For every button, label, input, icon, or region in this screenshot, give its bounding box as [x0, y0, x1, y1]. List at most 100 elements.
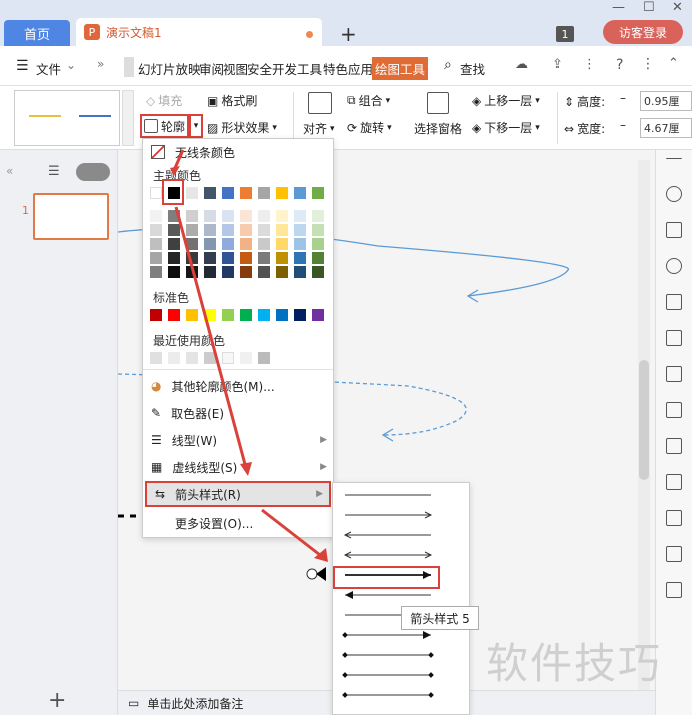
theme-shade-swatch[interactable]	[186, 238, 198, 250]
settings-sliders-icon[interactable]	[666, 438, 682, 454]
selection-pane-icon[interactable]	[427, 92, 449, 114]
width-decrement[interactable]: –	[620, 118, 626, 132]
archive-icon[interactable]	[666, 546, 682, 562]
style-yellow-line[interactable]	[29, 115, 61, 117]
shape-effects-button[interactable]: ▨ 形状效果 ▾	[207, 119, 277, 136]
selection-pane-button[interactable]: 选择窗格	[414, 120, 462, 137]
shapes-icon[interactable]	[666, 258, 682, 274]
theme-shade-swatch[interactable]	[312, 252, 324, 264]
rotate-button[interactable]: ⟳ 旋转 ▾	[347, 119, 392, 136]
fill-button[interactable]: ◇ 填充	[146, 92, 182, 109]
table-icon[interactable]	[666, 330, 682, 346]
theme-shade-swatch[interactable]	[240, 210, 252, 222]
theme-shade-swatch[interactable]	[240, 224, 252, 236]
arrow-style-option[interactable]	[343, 551, 433, 559]
format-brush-button[interactable]: ▣ 格式刷	[207, 92, 257, 109]
theme-shade-swatch[interactable]	[276, 252, 288, 264]
cloud-icon[interactable]: ☁	[515, 57, 528, 72]
close-button[interactable]: ✕	[672, 0, 683, 15]
standard-color-swatch[interactable]	[150, 309, 162, 321]
outline-view-icon[interactable]: ☰	[48, 164, 60, 179]
align-icon[interactable]	[308, 92, 332, 114]
theme-shade-swatch[interactable]	[204, 210, 216, 222]
theme-shade-swatch[interactable]	[294, 266, 306, 278]
theme-shade-swatch[interactable]	[222, 238, 234, 250]
theme-shade-swatch[interactable]	[276, 224, 288, 236]
arrow-style-item[interactable]: ⇆ 箭头样式(R) ▶	[145, 481, 331, 507]
menu-security[interactable]: 安全	[247, 59, 272, 78]
arrow-style-option[interactable]	[342, 631, 431, 639]
style-blue-line[interactable]	[79, 115, 111, 117]
menu-slideshow[interactable]: 幻灯片放映	[138, 59, 201, 78]
standard-color-swatch[interactable]	[294, 309, 306, 321]
height-decrement[interactable]: –	[620, 91, 626, 105]
theme-shade-swatch[interactable]	[222, 252, 234, 264]
chevron-down-icon[interactable]: ⌄	[66, 58, 76, 72]
window-count-badge[interactable]: 1	[556, 26, 574, 42]
theme-color-swatch[interactable]	[204, 187, 216, 199]
standard-color-swatch[interactable]	[312, 309, 324, 321]
theme-color-swatch[interactable]	[276, 187, 288, 199]
search-icon[interactable]: ⌕	[444, 57, 452, 73]
theme-shade-swatch[interactable]	[150, 210, 162, 222]
theme-shade-swatch[interactable]	[258, 252, 270, 264]
recent-color-swatch[interactable]	[222, 352, 234, 364]
minimize-button[interactable]: —	[612, 0, 625, 15]
theme-shade-swatch[interactable]	[276, 210, 288, 222]
image-icon[interactable]	[666, 474, 682, 490]
tab-document[interactable]: P 演示文稿1	[76, 18, 322, 46]
theme-shade-swatch[interactable]	[312, 210, 324, 222]
theme-shade-swatch[interactable]	[240, 266, 252, 278]
theme-shade-swatch[interactable]	[258, 266, 270, 278]
theme-shade-swatch[interactable]	[150, 266, 162, 278]
add-slide-button[interactable]: +	[48, 688, 66, 713]
theme-shade-swatch[interactable]	[168, 266, 180, 278]
standard-color-swatch[interactable]	[204, 309, 216, 321]
more-icon[interactable]: ⋮	[583, 57, 596, 72]
send-backward-button[interactable]: ◈ 下移一层 ▾	[472, 119, 540, 136]
standard-color-swatch[interactable]	[168, 309, 180, 321]
dash-type-item[interactable]: ▦ 虚线线型(S) ▶	[143, 454, 333, 480]
outline-button[interactable]: 轮廓	[140, 114, 190, 138]
theme-shade-swatch[interactable]	[276, 266, 288, 278]
align-button[interactable]: 对齐 ▾	[303, 120, 335, 137]
theme-shade-swatch[interactable]	[150, 224, 162, 236]
recent-color-swatch[interactable]	[150, 352, 162, 364]
copy-icon[interactable]	[666, 222, 682, 238]
slide-thumbnail[interactable]	[33, 193, 109, 240]
eyedropper-item[interactable]: ✎ 取色器(E)	[143, 400, 333, 426]
help-icon[interactable]: ?	[616, 57, 623, 73]
width-input[interactable]: 4.67厘	[640, 118, 692, 138]
arrow-style-option[interactable]	[342, 672, 434, 678]
collapse-panel-icon[interactable]: «	[6, 164, 13, 178]
arrow-style-option[interactable]	[342, 692, 434, 698]
theme-shade-swatch[interactable]	[168, 252, 180, 264]
standard-color-swatch[interactable]	[186, 309, 198, 321]
theme-shade-swatch[interactable]	[258, 210, 270, 222]
theme-shade-swatch[interactable]	[204, 252, 216, 264]
magic-icon[interactable]	[666, 186, 682, 202]
collapse-icon[interactable]	[666, 158, 682, 160]
layers-icon[interactable]	[666, 294, 682, 310]
theme-shade-swatch[interactable]	[150, 252, 162, 264]
scroll-left-icon[interactable]	[124, 57, 134, 77]
theme-color-swatch[interactable]	[258, 187, 270, 199]
theme-shade-swatch[interactable]	[204, 224, 216, 236]
theme-shade-swatch[interactable]	[312, 224, 324, 236]
more-menu-icon[interactable]: »	[97, 57, 104, 71]
theme-color-swatch[interactable]	[186, 187, 198, 199]
hamburger-icon[interactable]: ☰	[16, 58, 29, 74]
line-type-item[interactable]: ☰ 线型(W) ▶	[143, 427, 333, 453]
export-icon[interactable]	[666, 510, 682, 526]
theme-color-swatch[interactable]	[240, 187, 252, 199]
standard-color-swatch[interactable]	[276, 309, 288, 321]
menu-search[interactable]: 查找	[460, 59, 485, 78]
outline-dropdown[interactable]: ▾	[189, 114, 203, 138]
theme-shade-swatch[interactable]	[186, 224, 198, 236]
theme-shade-swatch[interactable]	[258, 224, 270, 236]
selection-handle[interactable]	[306, 568, 318, 580]
picture-icon[interactable]	[666, 582, 682, 598]
theme-shade-swatch[interactable]	[294, 224, 306, 236]
scrollbar-thumb[interactable]	[639, 360, 649, 480]
grid-icon[interactable]	[666, 366, 682, 382]
